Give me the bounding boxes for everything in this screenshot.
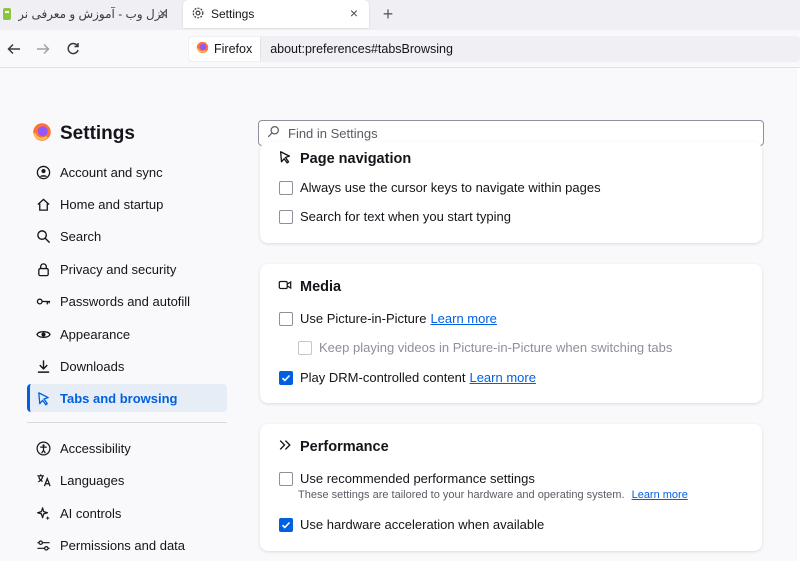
home-icon [35, 196, 51, 212]
preferences-page: Settings Account and sync Home and start… [0, 68, 800, 561]
identity-label: Firefox [214, 42, 253, 56]
tab-settings[interactable]: Settings × [183, 0, 369, 28]
url-bar[interactable]: Firefox about:preferences#tabsBrowsing [188, 36, 800, 62]
sidebar-item-label: Privacy and security [60, 261, 177, 277]
sidebar-item-label: Permissions and data [60, 537, 186, 553]
url-text[interactable]: about:preferences#tabsBrowsing [270, 42, 453, 56]
sidebar-item-label: Account and sync [60, 164, 163, 180]
media-section: Media Use Picture-in-Picture Learn more … [260, 264, 762, 403]
eye-icon [35, 326, 51, 342]
performance-description: These settings are tailored to your hard… [298, 489, 688, 501]
navigation-toolbar: Firefox about:preferences#tabsBrowsing [0, 30, 800, 68]
sidebar-item-ai-controls[interactable]: AI controls [27, 499, 227, 527]
sidebar-item-search[interactable]: Search [27, 222, 227, 250]
checkmark-icon [281, 374, 291, 382]
sidebar-item-label: AI controls [60, 505, 122, 521]
account-icon [35, 164, 51, 180]
hardware-acceleration-checkbox[interactable] [279, 517, 293, 532]
sidebar-item-account-and-sync[interactable]: Account and sync [27, 158, 227, 186]
gear-icon [191, 6, 205, 23]
firefox-logo-icon [32, 122, 52, 145]
search-typing-option[interactable]: Search for text when you start typing [279, 209, 511, 224]
pointer-icon [278, 150, 292, 168]
recommended-performance-checkbox[interactable] [279, 471, 293, 486]
search-icon [267, 125, 280, 141]
sliders-icon [35, 537, 51, 553]
reload-icon [67, 42, 79, 55]
arrow-left-icon [7, 43, 20, 55]
page-title: Settings [60, 122, 135, 144]
download-icon [35, 358, 51, 374]
keep-playing-pip-checkbox [298, 340, 312, 355]
sidebar-item-home-and-startup[interactable]: Home and startup [27, 190, 227, 218]
sidebar-item-languages[interactable]: Languages [27, 466, 227, 494]
lock-icon [35, 261, 51, 277]
sidebar-item-label: Tabs and browsing [60, 390, 178, 406]
reload-button[interactable] [63, 39, 83, 59]
sidebar-item-privacy-and-security[interactable]: Privacy and security [27, 255, 227, 283]
arrow-right-icon [37, 43, 50, 55]
search-typing-checkbox[interactable] [279, 209, 293, 224]
cursor-keys-option[interactable]: Always use the cursor keys to navigate w… [279, 180, 601, 195]
forward-button[interactable] [33, 39, 53, 59]
sidebar-item-tabs-and-browsing[interactable]: Tabs and browsing [27, 384, 227, 412]
sidebar-item-passwords-and-autofill[interactable]: Passwords and autofill [27, 287, 227, 315]
keep-playing-pip-option: Keep playing videos in Picture-in-Pictur… [298, 340, 672, 355]
pointer-icon [35, 390, 51, 406]
translate-icon [35, 472, 51, 488]
sidebar-item-label: Home and startup [60, 196, 164, 212]
performance-learn-more-link[interactable]: Learn more [632, 489, 688, 501]
search-icon [35, 228, 51, 244]
picture-in-picture-checkbox[interactable] [279, 311, 293, 326]
tab-inzelweb[interactable]: انزل وب - آموزش و معرفی نرم افزار × [0, 0, 178, 28]
sidebar-item-appearance[interactable]: Appearance [27, 320, 227, 348]
inzelweb-favicon-icon [2, 8, 12, 20]
sidebar-item-label: Accessibility [60, 440, 131, 456]
tab-title: انزل وب - آموزش و معرفی نرم افزار [18, 7, 168, 21]
drm-option[interactable]: Play DRM-controlled content Learn more [279, 370, 536, 385]
sidebar-item-label: Languages [60, 472, 125, 488]
identity-box[interactable]: Firefox [189, 37, 262, 61]
search-placeholder: Find in Settings [288, 125, 378, 141]
key-icon [35, 293, 51, 309]
video-camera-icon [278, 278, 292, 296]
sidebar-item-accessibility[interactable]: Accessibility [27, 434, 227, 462]
sidebar-item-label: Search [60, 228, 102, 244]
sparkle-icon [35, 505, 51, 521]
sidebar-item-permissions-and-data[interactable]: Permissions and data [27, 531, 227, 559]
pip-learn-more-link[interactable]: Learn more [430, 311, 496, 326]
tab-title: Settings [211, 7, 255, 21]
firefox-logo-icon [196, 41, 209, 57]
tab-strip: انزل وب - آموزش و معرفی نرم افزار × Sett… [0, 0, 800, 30]
sidebar-item-downloads[interactable]: Downloads [27, 352, 227, 380]
back-button[interactable] [4, 39, 24, 59]
sidebar-item-label: Passwords and autofill [60, 293, 191, 309]
sidebar-divider [27, 422, 227, 423]
accessibility-icon [35, 440, 51, 456]
picture-in-picture-option[interactable]: Use Picture-in-Picture Learn more [279, 311, 497, 326]
cursor-keys-checkbox[interactable] [279, 180, 293, 195]
section-title: Media [278, 278, 341, 296]
close-tab-icon[interactable]: × [347, 5, 361, 21]
settings-header: Settings [32, 122, 135, 145]
page-navigation-section: Page navigation Always use the cursor ke… [260, 142, 762, 243]
drm-checkbox[interactable] [279, 370, 293, 385]
close-tab-icon[interactable]: × [156, 5, 170, 21]
chevrons-right-icon [278, 438, 292, 456]
sidebar-item-label: Downloads [60, 358, 125, 374]
section-title: Page navigation [278, 150, 411, 168]
hardware-acceleration-option[interactable]: Use hardware acceleration when available [279, 517, 544, 532]
new-tab-button[interactable]: + [378, 4, 398, 24]
sidebar-item-label: Appearance [60, 326, 131, 342]
checkmark-icon [281, 521, 291, 529]
drm-learn-more-link[interactable]: Learn more [469, 370, 535, 385]
section-title: Performance [278, 438, 389, 456]
performance-section: Performance Use recommended performance … [260, 424, 762, 551]
recommended-performance-option[interactable]: Use recommended performance settings [279, 471, 535, 486]
